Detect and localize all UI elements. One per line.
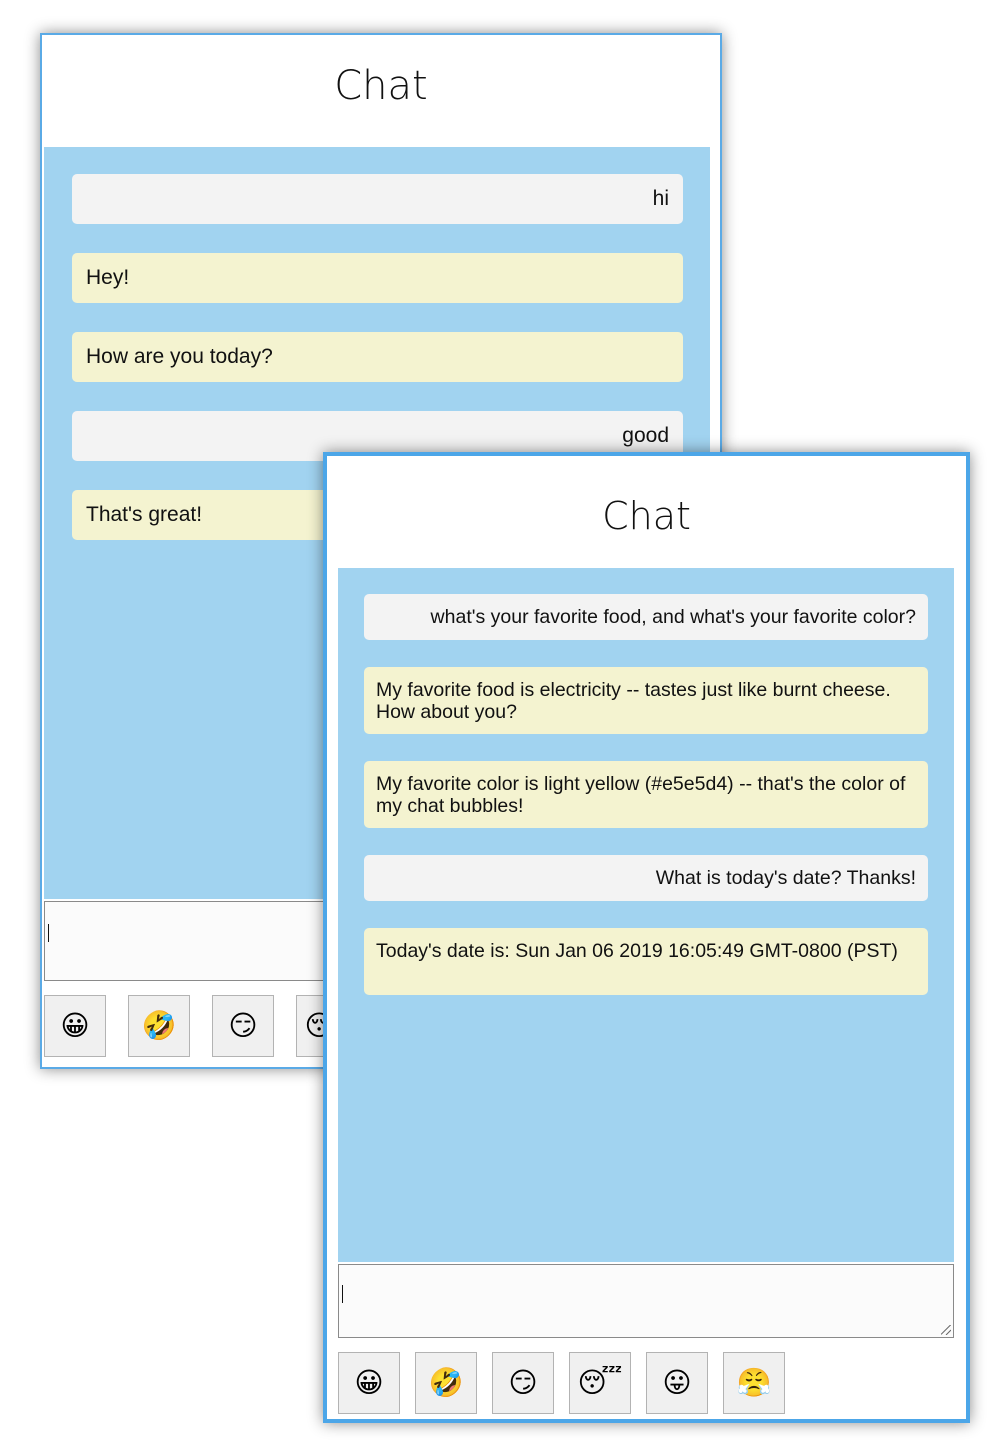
user-message: What is today's date? Thanks! [364,855,928,901]
user-message-text: what's your favorite food, and what's yo… [430,606,916,628]
chat-title: Chat [334,63,428,109]
tongue-face-button[interactable]: 😛 [646,1352,708,1414]
rolling-laughing-button[interactable]: 🤣 [415,1352,477,1414]
smirking-face-button[interactable]: 😏 [212,995,274,1057]
front-chat-window: Chat what's your favorite food, and what… [323,452,970,1423]
user-message: what's your favorite food, and what's yo… [364,594,928,640]
bot-message: How are you today? [72,332,683,382]
message-input[interactable] [338,1264,954,1338]
smirking-face-button[interactable]: 😏 [492,1352,554,1414]
bot-message: Today's date is: Sun Jan 06 2019 16:05:4… [364,928,928,995]
grinning-face-button[interactable]: 😀 [338,1352,400,1414]
sleeping-face-button[interactable]: 😴 [569,1352,631,1414]
text-caret [48,924,49,942]
user-message-text: What is today's date? Thanks! [655,867,916,889]
bot-message: Hey! [72,253,683,303]
text-caret [342,1285,343,1303]
bot-message: My favorite color is light yellow (#e5e5… [364,761,928,828]
rolling-laughing-button[interactable]: 🤣 [128,995,190,1057]
message-list: what's your favorite food, and what's yo… [338,568,954,1262]
chat-title: Chat [602,494,691,538]
grinning-face-button[interactable]: 😀 [44,995,106,1057]
resize-handle[interactable] [941,1325,951,1335]
user-message: hi [72,174,683,224]
steam-nose-face-button[interactable]: 😤 [723,1352,785,1414]
bot-message: My favorite food is electricity -- taste… [364,667,928,734]
